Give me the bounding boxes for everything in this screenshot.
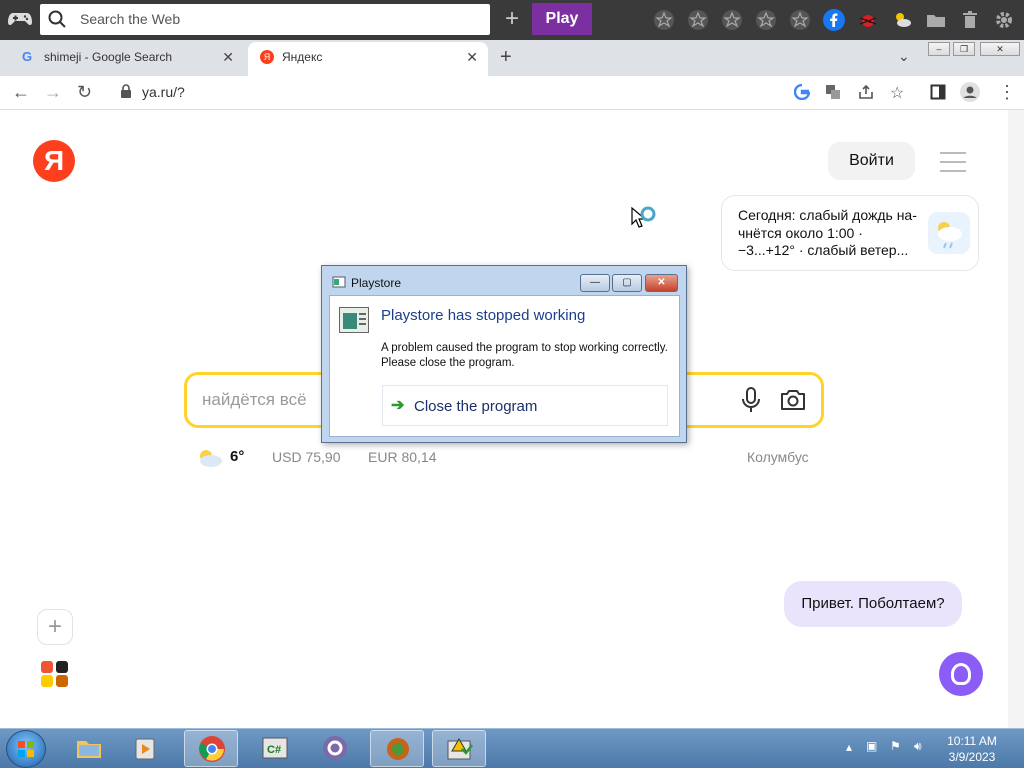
start-button[interactable] <box>6 730 46 768</box>
address-bar-url[interactable]: ya.ru/? <box>142 84 185 100</box>
dialog-minimize-button[interactable]: — <box>580 274 610 292</box>
launcher-add-button[interactable]: + <box>500 6 524 34</box>
reload-icon[interactable]: ↻ <box>77 82 92 103</box>
csharp-icon: C# <box>261 734 289 762</box>
gamepad-icon[interactable] <box>8 10 32 30</box>
tab-close-icon[interactable]: ✕ <box>222 42 234 72</box>
app-small-icon <box>332 275 346 289</box>
chrome-icon <box>198 735 226 763</box>
star-icon[interactable] <box>687 9 709 31</box>
stamp-icon <box>384 735 412 763</box>
usd-rate[interactable]: USD 75,90 <box>272 449 340 465</box>
launcher-search-input[interactable]: Search the Web <box>40 4 490 35</box>
tab-yandex[interactable]: Я Яндекс ✕ <box>248 42 488 76</box>
google-favicon-icon: G <box>22 49 33 64</box>
weather-cloud-icon[interactable] <box>196 447 224 469</box>
bug-icon[interactable] <box>857 9 879 31</box>
camera-search-icon[interactable] <box>778 386 808 414</box>
clock-time: 10:11 AM <box>947 734 997 748</box>
trash-icon[interactable] <box>959 9 981 31</box>
microphone-icon[interactable] <box>738 386 764 414</box>
rain-cloud-icon <box>928 212 970 254</box>
new-tab-button[interactable]: + <box>500 46 512 69</box>
star-icon[interactable] <box>755 9 777 31</box>
minimize-button[interactable]: – <box>928 42 950 56</box>
services-grid-icon[interactable] <box>40 660 70 688</box>
page-scrollbar[interactable] <box>1008 110 1024 728</box>
yandex-favicon-icon: Я <box>260 50 274 64</box>
profile-avatar-icon[interactable] <box>960 82 980 102</box>
dialog-maximize-button[interactable]: ▢ <box>612 274 642 292</box>
svg-text:C#: C# <box>267 744 281 756</box>
eur-rate[interactable]: EUR 80,14 <box>368 449 436 465</box>
clock[interactable]: 10:11 AM 3/9/2023 <box>936 733 1008 765</box>
taskbar-chrome[interactable] <box>184 730 238 767</box>
weather-icon[interactable] <box>891 9 913 31</box>
volume-icon[interactable]: 🔊︎ <box>914 739 922 754</box>
dialog-title-buttons: — ▢ ✕ <box>580 274 678 292</box>
star-icon[interactable] <box>721 9 743 31</box>
dialog-close-button[interactable]: ✕ <box>645 274 678 292</box>
login-button[interactable]: Войти <box>828 142 915 180</box>
share-icon[interactable] <box>858 84 874 100</box>
facebook-icon[interactable] <box>823 9 845 31</box>
back-icon[interactable]: ← <box>12 82 30 103</box>
taskbar-stamp-app[interactable] <box>370 730 424 767</box>
alice-greeting-bubble[interactable]: Привет. Поболтаем? <box>784 581 962 627</box>
tab-search-dropdown-icon[interactable]: ⌄ <box>898 48 910 65</box>
taskbar-media-player[interactable] <box>120 730 174 767</box>
network-icon[interactable]: ▣ <box>866 739 877 753</box>
play-button[interactable]: Play <box>532 3 592 35</box>
show-hidden-icons-icon[interactable]: ▴ <box>846 740 852 754</box>
tab-close-icon[interactable]: ✕ <box>466 42 478 72</box>
gear-icon[interactable] <box>993 9 1015 31</box>
taskbar-error-app[interactable] <box>432 730 486 767</box>
folder-icon <box>75 734 103 762</box>
close-window-button[interactable]: ✕ <box>980 42 1020 56</box>
window-controls: – ❐ ✕ <box>928 42 1020 56</box>
star-icon[interactable] <box>653 9 675 31</box>
info-line: 6° USD 75,90 EUR 80,14 Колумбус <box>196 447 816 467</box>
dialog-title: Playstore <box>351 276 402 290</box>
translate-icon[interactable] <box>825 84 841 100</box>
weather-card-text: Сегодня: слабый дождь на-чнётся около 1:… <box>738 207 917 258</box>
clock-date: 3/9/2023 <box>948 750 996 764</box>
weather-temperature[interactable]: 6° <box>230 448 244 465</box>
yandex-logo[interactable]: Я <box>33 140 75 182</box>
search-icon <box>48 10 66 28</box>
folder-icon[interactable] <box>925 9 947 31</box>
program-window-icon <box>339 307 369 333</box>
taskbar-explorer[interactable] <box>62 730 116 767</box>
warning-window-icon <box>446 735 474 763</box>
tab-title: shimeji - Google Search <box>44 50 173 64</box>
qq-icon <box>321 734 349 762</box>
google-lens-icon[interactable] <box>793 83 811 101</box>
green-arrow-icon: ➔ <box>391 397 405 414</box>
action-center-flag-icon[interactable]: ⚑ <box>890 739 901 753</box>
taskbar-qq[interactable] <box>308 730 362 767</box>
system-tray: ▴ ▣ ⚑ 🔊︎ <box>846 736 936 760</box>
forward-icon[interactable]: → <box>44 82 62 103</box>
bookmark-star-icon[interactable]: ☆ <box>890 83 906 102</box>
close-program-label: Close the program <box>414 398 538 415</box>
lock-icon[interactable] <box>120 84 132 98</box>
dialog-message: A problem caused the program to stop wor… <box>381 342 668 369</box>
kolumbus-link[interactable]: Колумбус <box>747 449 809 465</box>
search-placeholder: найдётся всё <box>202 390 307 409</box>
tab-title: Яндекс <box>282 50 323 64</box>
launcher-search-placeholder: Search the Web <box>80 11 181 27</box>
busy-cursor-icon <box>630 206 660 232</box>
tab-google-search[interactable]: G shimeji - Google Search ✕ <box>12 42 244 76</box>
star-icon[interactable] <box>789 9 811 31</box>
restore-button[interactable]: ❐ <box>953 42 975 56</box>
taskbar-csharp[interactable]: C# <box>248 730 302 767</box>
dialog-heading: Playstore has stopped working <box>381 307 586 324</box>
side-panel-icon[interactable] <box>930 84 946 100</box>
alice-assistant-icon[interactable] <box>939 652 983 696</box>
close-program-button[interactable]: ➔ Close the program <box>382 385 668 426</box>
media-player-icon <box>133 734 161 762</box>
add-widget-button[interactable]: + <box>37 609 73 645</box>
hamburger-menu-icon[interactable] <box>940 152 966 172</box>
menu-kebab-icon[interactable]: ⋮ <box>998 82 1016 103</box>
